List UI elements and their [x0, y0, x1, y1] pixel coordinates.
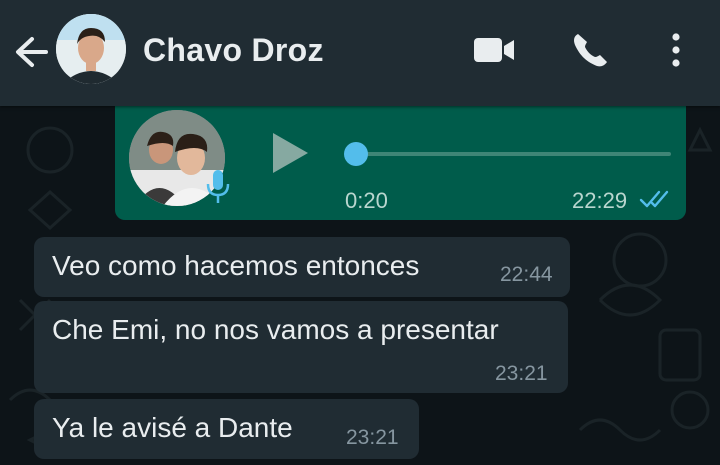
videocam-icon — [474, 38, 514, 62]
read-ticks-icon — [639, 188, 673, 210]
audio-progress-track[interactable] — [355, 152, 671, 156]
video-call-button[interactable] — [472, 30, 516, 70]
incoming-message[interactable]: Che Emi, no nos vamos a presentar 23:21 — [34, 301, 568, 393]
chat-header: Chavo Droz — [0, 0, 720, 106]
message-text: Ya le avisé a Dante — [52, 412, 293, 443]
message-time: 23:21 — [495, 362, 548, 385]
arrow-back-icon — [16, 37, 48, 67]
voice-duration: 0:20 — [345, 188, 388, 213]
phone-icon — [574, 34, 607, 67]
message-time: 23:21 — [346, 426, 399, 449]
more-vert-icon — [672, 33, 680, 67]
back-button[interactable] — [12, 34, 52, 70]
incoming-message[interactable]: Veo como hacemos entonces 22:44 — [34, 237, 570, 297]
incoming-message[interactable]: Ya le avisé a Dante 23:21 — [34, 399, 419, 459]
message-time: 22:44 — [500, 263, 553, 286]
message-text: Che Emi, no nos vamos a presentar — [52, 314, 499, 345]
message-text: Veo como hacemos entonces — [52, 250, 420, 281]
message-time: 22:29 — [572, 188, 628, 213]
microphone-icon — [205, 168, 231, 206]
menu-button[interactable] — [656, 30, 696, 70]
person-photo-icon — [56, 14, 126, 84]
voice-message-bubble[interactable]: 0:20 22:29 — [115, 98, 686, 220]
audio-seek-handle[interactable] — [344, 142, 368, 166]
play-button[interactable] — [270, 131, 310, 175]
contact-avatar[interactable] — [56, 14, 126, 84]
voice-call-button[interactable] — [570, 30, 614, 70]
contact-name[interactable]: Chavo Droz — [143, 32, 324, 69]
play-icon — [273, 133, 308, 173]
